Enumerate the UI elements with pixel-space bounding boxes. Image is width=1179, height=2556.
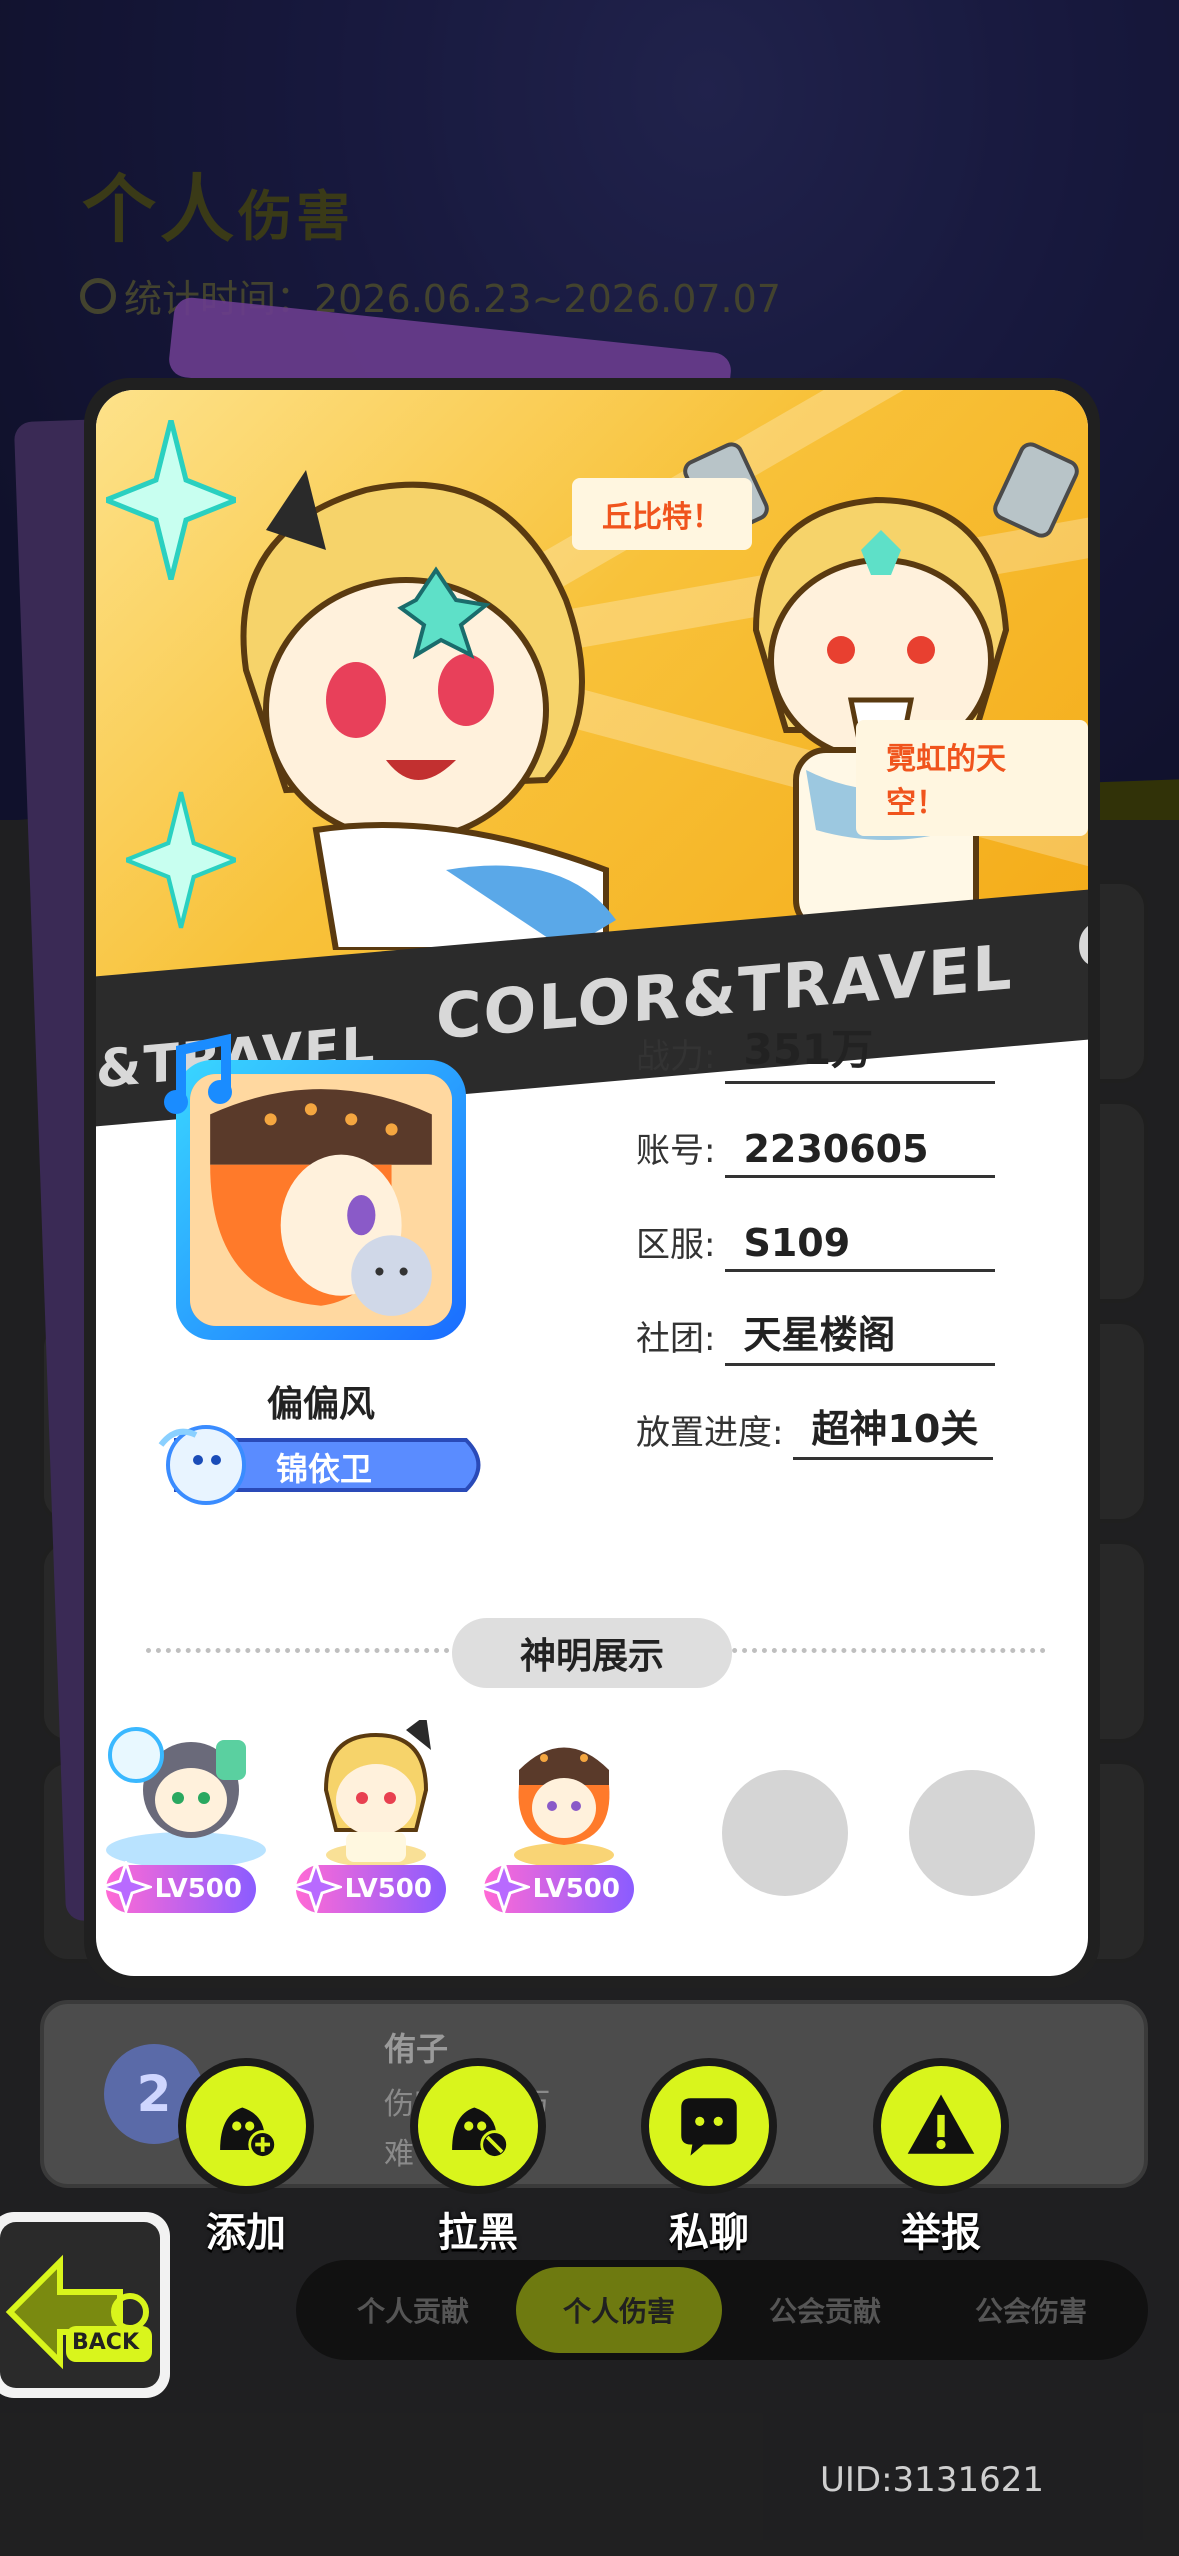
- block-button[interactable]: [410, 2058, 546, 2194]
- empty-deity-slot[interactable]: [909, 1770, 1035, 1896]
- sparkle-icon: [106, 420, 236, 580]
- banner-speech-bubble: 丘比特！: [572, 478, 752, 550]
- block-icon: [452, 2107, 509, 2159]
- private-chat-button-face: [649, 2066, 769, 2186]
- info-value: 351万: [725, 1016, 996, 1084]
- info-label: 战力:: [636, 1037, 716, 1077]
- add-friend-label: 添加: [206, 2210, 286, 2256]
- tab-bar: 个人贡献 个人伤害 公会贡献 公会伤害: [296, 2260, 1148, 2360]
- banner-speech-bubble: 霓虹的天空！: [856, 720, 1088, 836]
- warning-icon: [907, 2094, 975, 2154]
- back-button[interactable]: BACK: [0, 2212, 170, 2398]
- private-chat-button[interactable]: [641, 2058, 777, 2194]
- deity-section-title: 神明展示: [452, 1618, 732, 1688]
- star-icon: [290, 1861, 342, 1913]
- info-label: 放置进度:: [636, 1413, 784, 1453]
- info-value: 超神10关: [793, 1398, 994, 1460]
- info-label: 社团:: [636, 1319, 716, 1359]
- star-icon: [100, 1861, 152, 1913]
- deity-level: LV500: [154, 1874, 242, 1904]
- info-row-account: 账号: 2230605: [636, 1120, 996, 1178]
- deity-slot[interactable]: LV500: [474, 1720, 654, 1920]
- block-label: 拉黑: [438, 2210, 518, 2256]
- empty-deity-slot[interactable]: [722, 1770, 848, 1896]
- deity-portrait: [514, 1747, 614, 1867]
- tab-personal-damage[interactable]: 个人伤害: [516, 2267, 722, 2353]
- info-row-power: 战力: 351万: [636, 1025, 996, 1084]
- profile-card-body: 丘比特！ 霓虹的天空！ &TRAVEL COLOR&TRAVEL CC 偏偏风 …: [96, 390, 1088, 1976]
- title-badge-label: 锦依卫: [276, 1450, 373, 1488]
- report-button[interactable]: [873, 2058, 1009, 2194]
- info-row-idle-progress: 放置进度: 超神10关: [636, 1402, 994, 1460]
- add-friend-button[interactable]: [178, 2058, 314, 2194]
- back-label: BACK: [72, 2330, 139, 2355]
- info-value: S109: [725, 1221, 996, 1272]
- info-value: 天星楼阁: [725, 1304, 996, 1366]
- info-row-guild: 社团: 天星楼阁: [636, 1308, 996, 1366]
- chat-icon: [681, 2098, 737, 2156]
- band-text-right: CC: [1076, 902, 1088, 984]
- title-badge: 锦依卫: [156, 1420, 496, 1510]
- deity-level: LV500: [532, 1874, 620, 1904]
- tab-guild-damage[interactable]: 公会伤害: [928, 2290, 1134, 2330]
- block-button-face: [418, 2066, 538, 2186]
- info-row-server: 区服: S109: [636, 1214, 996, 1272]
- user-uid: UID:3131621: [820, 2460, 1044, 2500]
- rank-difficulty: 难: [384, 2137, 414, 2172]
- info-label: 账号:: [636, 1131, 716, 1171]
- deity-slot[interactable]: LV500: [286, 1715, 466, 1920]
- rank-player-name: 侑子: [384, 2030, 449, 2068]
- deity-slot[interactable]: LV500: [96, 1720, 276, 1920]
- tab-personal-contribution[interactable]: 个人贡献: [310, 2290, 516, 2330]
- star-icon: [478, 1861, 530, 1913]
- add-friend-button-face: [186, 2066, 306, 2186]
- back-button-face: BACK: [0, 2222, 160, 2388]
- report-label: 举报: [901, 2210, 981, 2256]
- sparkle-icon: [126, 791, 236, 929]
- banner-character-main: [240, 470, 616, 950]
- private-chat-label: 私聊: [669, 2210, 749, 2256]
- deity-level-badge: LV500: [290, 1861, 446, 1913]
- deity-portrait: [106, 1727, 266, 1868]
- music-note-icon: [164, 1033, 232, 1114]
- deity-portrait: [323, 1715, 431, 1867]
- profile-card: 丘比特！ 霓虹的天空！ &TRAVEL COLOR&TRAVEL CC 偏偏风 …: [84, 378, 1100, 1988]
- back-arrow-icon: [5, 2254, 152, 2370]
- info-label: 区服:: [636, 1225, 716, 1265]
- tab-guild-contribution[interactable]: 公会贡献: [722, 2290, 928, 2330]
- info-value: 2230605: [725, 1127, 996, 1178]
- report-button-face: [881, 2066, 1001, 2186]
- deity-level: LV500: [344, 1874, 432, 1904]
- add-friend-icon: [220, 2107, 277, 2159]
- deity-level-badge: LV500: [100, 1861, 256, 1913]
- deity-level-badge: LV500: [478, 1861, 634, 1913]
